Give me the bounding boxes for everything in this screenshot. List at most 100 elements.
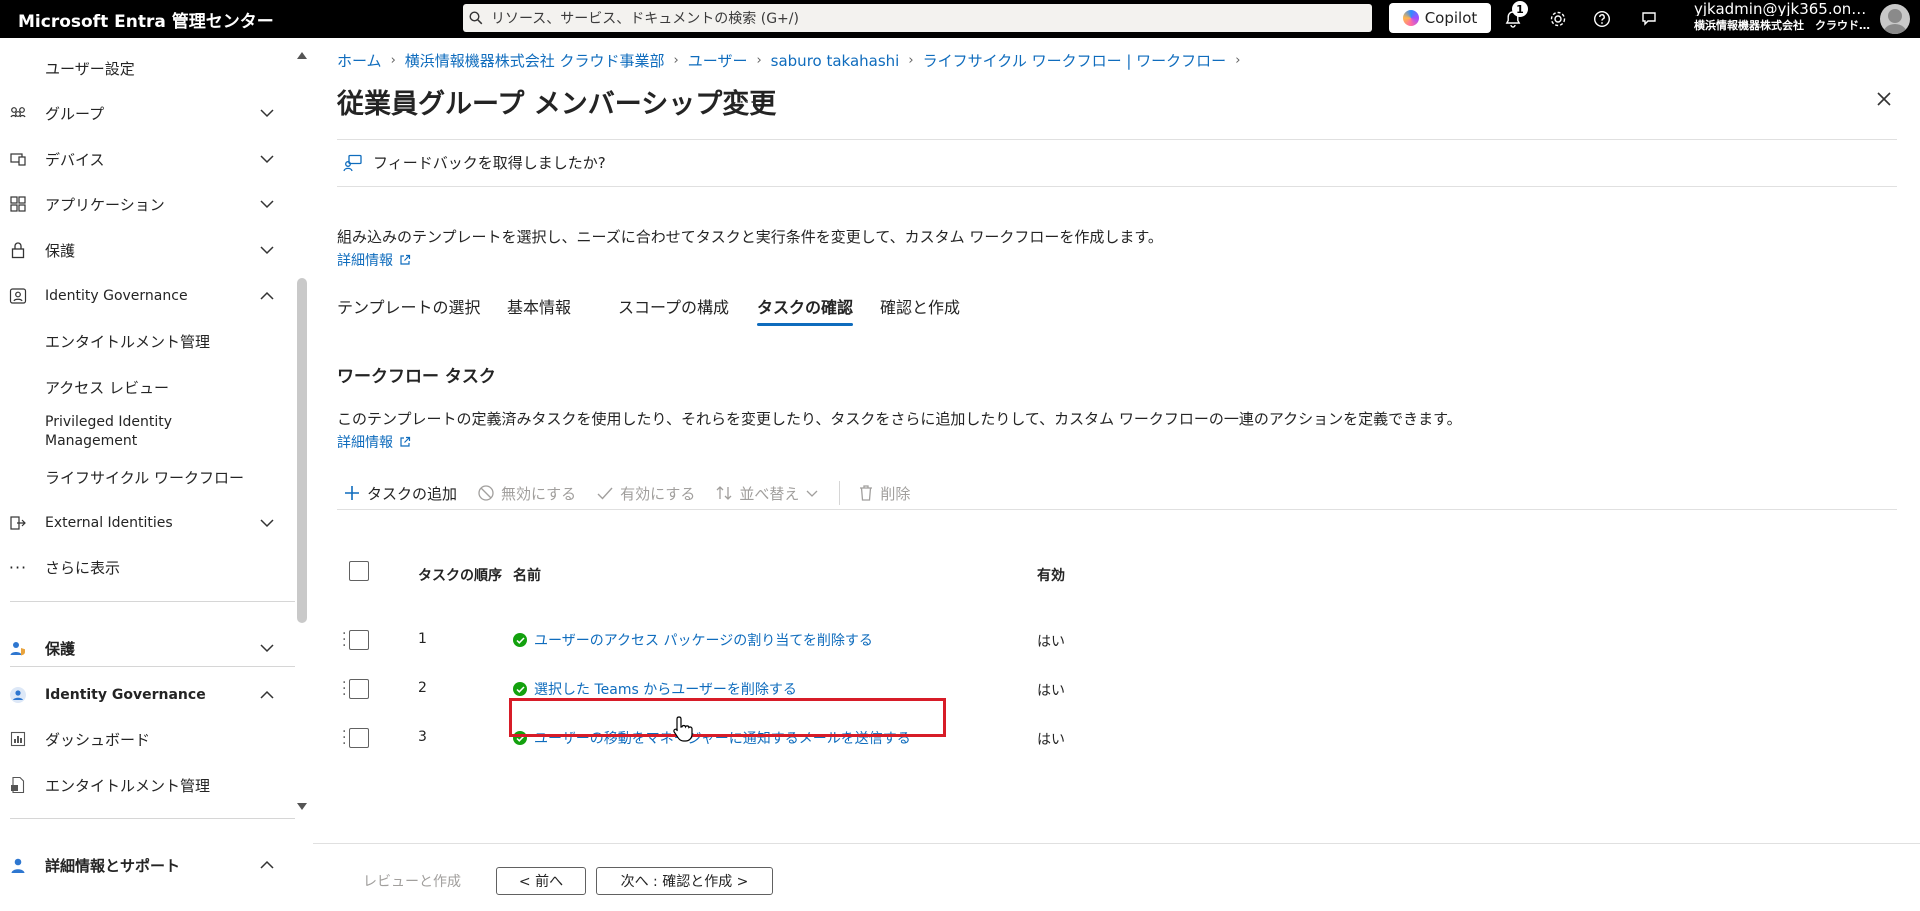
notification-badge: 1 xyxy=(1512,1,1528,17)
sidebar-item-identity-governance[interactable]: Identity Governance xyxy=(0,279,296,313)
dashboard-icon xyxy=(8,729,28,749)
scroll-up-arrow-icon[interactable] xyxy=(296,50,308,60)
sidebar-section-identity-governance[interactable]: Identity Governance xyxy=(0,678,296,712)
portal-brand[interactable]: Microsoft Entra 管理センター xyxy=(18,7,274,32)
row-checkbox[interactable] xyxy=(349,679,369,699)
more-actions-button[interactable]: … xyxy=(739,88,755,107)
drag-handle-icon[interactable]: · · · xyxy=(342,627,346,653)
search-placeholder: リソース、サービス、ドキュメントの検索 (G+/) xyxy=(491,11,799,27)
row-checkbox[interactable] xyxy=(349,630,369,650)
sidebar-item-entitlement-management[interactable]: エンタイトルメント管理 xyxy=(0,324,296,358)
sidebar-item-user-settings[interactable]: ユーザー設定 xyxy=(0,51,296,85)
sidebar-item-label: 保護 xyxy=(45,241,76,260)
feedback-link[interactable]: フィードバックを取得しましたか? xyxy=(343,152,606,173)
task-enabled: はい xyxy=(1037,683,1065,699)
task-order: 1 xyxy=(418,631,427,647)
sidebar-divider xyxy=(10,601,295,602)
add-task-button[interactable]: タスクの追加 xyxy=(343,483,457,504)
breadcrumb-lifecycle-workflows[interactable]: ライフサイクル ワークフロー | ワークフロー xyxy=(923,50,1227,71)
chevron-right-icon: › xyxy=(908,53,914,68)
task-enabled: はい xyxy=(1037,732,1065,748)
block-icon xyxy=(478,485,494,501)
settings-gear-icon[interactable] xyxy=(1546,7,1570,31)
task-name-link[interactable]: ユーザーのアクセス パッケージの割り当てを削除する xyxy=(513,630,873,650)
previous-button[interactable]: < 前へ xyxy=(496,867,586,895)
title-divider xyxy=(337,139,1897,140)
delete-label: 削除 xyxy=(880,484,911,503)
sidebar-item-lifecycle-workflows[interactable]: ライフサイクル ワークフロー xyxy=(0,460,296,494)
chevron-down-icon xyxy=(260,155,274,164)
sidebar-item-label: Privileged Identity Management xyxy=(45,414,173,449)
sidebar-item-dashboard[interactable]: ダッシュボード xyxy=(0,722,296,756)
sidebar-item-external-identities[interactable]: External Identities xyxy=(0,506,296,540)
disable-button[interactable]: 無効にする xyxy=(477,483,576,504)
sidebar-scroll-thumb[interactable] xyxy=(297,278,307,623)
task-toolbar: タスクの追加 無効にする 有効にする 並べ替え 削除 xyxy=(343,478,930,508)
breadcrumb-users[interactable]: ユーザー xyxy=(688,50,748,71)
close-icon[interactable] xyxy=(1873,88,1895,110)
tab-configure-scope[interactable]: スコープの構成 xyxy=(618,294,729,326)
tab-review-tasks[interactable]: タスクの確認 xyxy=(757,294,854,326)
account-info[interactable]: yjkadmin@yjk365.on… 横浜情報機器株式会社 クラウド… xyxy=(1694,2,1878,33)
add-task-label: タスクの追加 xyxy=(367,484,458,503)
tasks-table-header: タスクの順序 名前 有効 xyxy=(337,558,1597,592)
sidebar-item-devices[interactable]: デバイス xyxy=(0,142,296,176)
chevron-down-icon xyxy=(260,246,274,255)
toolbar-divider-line xyxy=(337,509,1897,510)
next-review-create-button[interactable]: 次へ : 確認と作成 > xyxy=(596,867,773,895)
chevron-down-icon xyxy=(260,200,274,209)
drag-handle-icon[interactable]: · · · xyxy=(342,725,346,751)
select-all-checkbox[interactable] xyxy=(349,561,369,581)
feedback-person-icon xyxy=(343,154,362,171)
sidebar-item-pim[interactable]: Privileged Identity Management xyxy=(0,410,296,454)
tab-select-template[interactable]: テンプレートの選択 xyxy=(337,294,481,326)
more-info-link[interactable]: 詳細情報 xyxy=(337,250,411,270)
sidebar-item-access-reviews[interactable]: アクセス レビュー xyxy=(0,370,296,404)
sidebar-item-label: ライフサイクル ワークフロー xyxy=(45,468,245,487)
enable-button[interactable]: 有効にする xyxy=(596,483,695,504)
user-shield-icon xyxy=(8,638,28,658)
chevron-down-icon xyxy=(260,109,274,118)
search-icon xyxy=(469,11,483,25)
help-icon[interactable] xyxy=(1590,7,1614,31)
task-name-link[interactable]: 選択した Teams からユーザーを削除する xyxy=(513,679,797,699)
task-order: 2 xyxy=(418,680,427,696)
tab-review-create[interactable]: 確認と作成 xyxy=(880,294,960,326)
global-search-input[interactable]: リソース、サービス、ドキュメントの検索 (G+/) xyxy=(463,4,1372,32)
delete-button[interactable]: 削除 xyxy=(858,483,910,504)
sidebar-item-applications[interactable]: アプリケーション xyxy=(0,187,296,221)
disable-label: 無効にする xyxy=(501,484,577,503)
sidebar-section-help-support[interactable]: 詳細情報とサポート xyxy=(0,848,296,882)
sort-button[interactable]: 並べ替え xyxy=(715,483,819,504)
scroll-down-arrow-icon[interactable] xyxy=(296,802,308,812)
more-info-link-2[interactable]: 詳細情報 xyxy=(337,432,411,452)
task-name-label: ユーザーのアクセス パッケージの割り当てを削除する xyxy=(534,633,873,649)
checkmark-icon xyxy=(597,487,613,500)
account-user: yjkadmin@yjk365.on… xyxy=(1694,2,1867,16)
row-checkbox[interactable] xyxy=(349,728,369,748)
sidebar-section-protection[interactable]: 保護 xyxy=(0,631,296,665)
review-create-button[interactable]: レビューと作成 xyxy=(341,867,483,895)
copilot-button[interactable]: Copilot xyxy=(1389,3,1491,33)
more-info-label: 詳細情報 xyxy=(337,435,393,451)
sidebar-item-label: 保護 xyxy=(45,639,76,658)
avatar[interactable] xyxy=(1880,4,1910,34)
tab-basics[interactable]: 基本情報 xyxy=(507,294,571,326)
breadcrumb-home[interactable]: ホーム xyxy=(337,50,382,71)
column-header-order[interactable]: タスクの順序 xyxy=(418,565,502,585)
chevron-down-icon xyxy=(260,644,274,653)
sidebar-item-groups[interactable]: グループ xyxy=(0,96,296,130)
column-header-name[interactable]: 名前 xyxy=(513,565,541,585)
column-header-enabled[interactable]: 有効 xyxy=(1037,565,1065,585)
sidebar-item-show-more[interactable]: ··· さらに表示 xyxy=(0,550,296,584)
sidebar-item-protection[interactable]: 保護 xyxy=(0,233,296,267)
breadcrumb-user[interactable]: saburo takahashi xyxy=(771,52,900,70)
task-name-label: 選択した Teams からユーザーを削除する xyxy=(534,682,797,698)
account-org: 横浜情報機器株式会社 クラウド… xyxy=(1694,19,1870,32)
sidebar-item-entitlement-management-2[interactable]: エンタイトルメント管理 xyxy=(0,768,296,802)
feedback-icon[interactable] xyxy=(1637,7,1661,31)
breadcrumb-tenant[interactable]: 横浜情報機器株式会社 クラウド事業部 xyxy=(405,50,665,71)
chevron-right-icon: › xyxy=(756,53,762,68)
drag-handle-icon[interactable]: · · · xyxy=(342,676,346,702)
plus-icon xyxy=(345,486,359,500)
